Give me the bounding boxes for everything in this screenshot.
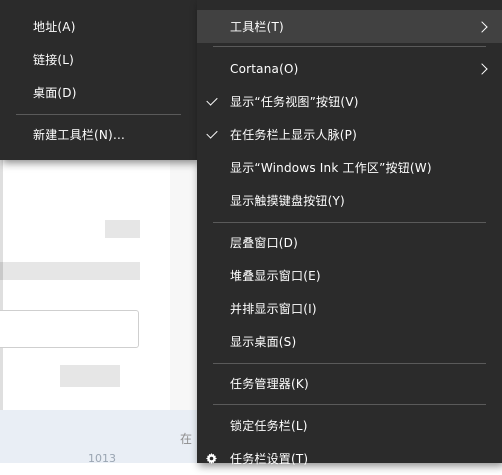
menu-separator [213,222,486,223]
gear-icon [206,453,217,464]
menu-item-label: 堆叠显示窗口(E) [230,269,321,283]
menu-item-side-by-side-windows[interactable]: 并排显示窗口(I) [197,292,502,325]
menu-item-label: 任务栏设置(T) [230,452,309,466]
menu-item-links[interactable]: 链接(L) [0,43,197,76]
taskbar-context-menu: 工具栏(T) Cortana(O) 显示“任务视图”按钮(V) 在任务栏上显示人… [197,0,502,466]
chevron-right-icon [476,20,488,33]
menu-item-label: 显示桌面(S) [230,335,297,349]
menu-item-lock-taskbar[interactable]: 锁定任务栏(L) [197,409,502,442]
menu-item-task-manager[interactable]: 任务管理器(K) [197,367,502,400]
background-text: 1013 [88,452,116,463]
menu-item-label: 工具栏(T) [230,20,284,34]
menu-separator [213,363,486,364]
menu-separator [213,46,486,47]
menu-item-cortana[interactable]: Cortana(O) [197,52,502,85]
menu-separator [213,404,486,405]
menu-item-label: 显示“任务视图”按钮(V) [230,95,359,109]
menu-item-show-ink-workspace[interactable]: 显示“Windows Ink 工作区”按钮(W) [197,151,502,184]
menu-item-label: Cortana(O) [230,61,299,76]
menu-item-new-toolbar[interactable]: 新建工具栏(N)... [0,118,197,151]
menu-separator [16,114,181,115]
toolbars-submenu: 地址(A) 链接(L) 桌面(D) 新建工具栏(N)... [0,0,197,160]
menu-item-label: 链接(L) [33,53,75,67]
background-blur-strip [0,262,140,280]
menu-item-stacked-windows[interactable]: 堆叠显示窗口(E) [197,259,502,292]
menu-item-toolbars[interactable]: 工具栏(T) [197,10,502,43]
menu-item-show-desktop[interactable]: 显示桌面(S) [197,325,502,358]
checkmark-icon [206,94,218,106]
menu-item-label: 显示触摸键盘按钮(Y) [230,194,345,208]
background-blur-strip [60,365,120,387]
menu-item-taskbar-settings[interactable]: 任务栏设置(T) [197,442,502,475]
menu-item-address[interactable]: 地址(A) [0,10,197,43]
menu-item-label: 在任务栏上显示人脉(P) [230,128,358,142]
background-text: 在 [180,432,193,446]
menu-item-show-touch-keyboard[interactable]: 显示触摸键盘按钮(Y) [197,184,502,217]
menu-item-label: 显示“Windows Ink 工作区”按钮(W) [230,161,432,175]
menu-item-desktop[interactable]: 桌面(D) [0,76,197,109]
menu-item-label: 任务管理器(K) [230,377,309,391]
menu-item-show-people[interactable]: 在任务栏上显示人脉(P) [197,118,502,151]
menu-item-show-task-view-button[interactable]: 显示“任务视图”按钮(V) [197,85,502,118]
menu-item-label: 桌面(D) [33,86,77,100]
menu-item-label: 并排显示窗口(I) [230,302,317,316]
menu-item-label: 层叠窗口(D) [230,236,299,250]
menu-item-label: 地址(A) [33,20,76,34]
chevron-right-icon [476,62,488,75]
menu-item-cascade-windows[interactable]: 层叠窗口(D) [197,226,502,259]
checkmark-icon [206,127,218,139]
background-blur-strip [105,220,140,238]
menu-item-label: 新建工具栏(N)... [33,128,125,142]
menu-item-label: 锁定任务栏(L) [230,419,308,433]
background-input-box [0,310,139,348]
